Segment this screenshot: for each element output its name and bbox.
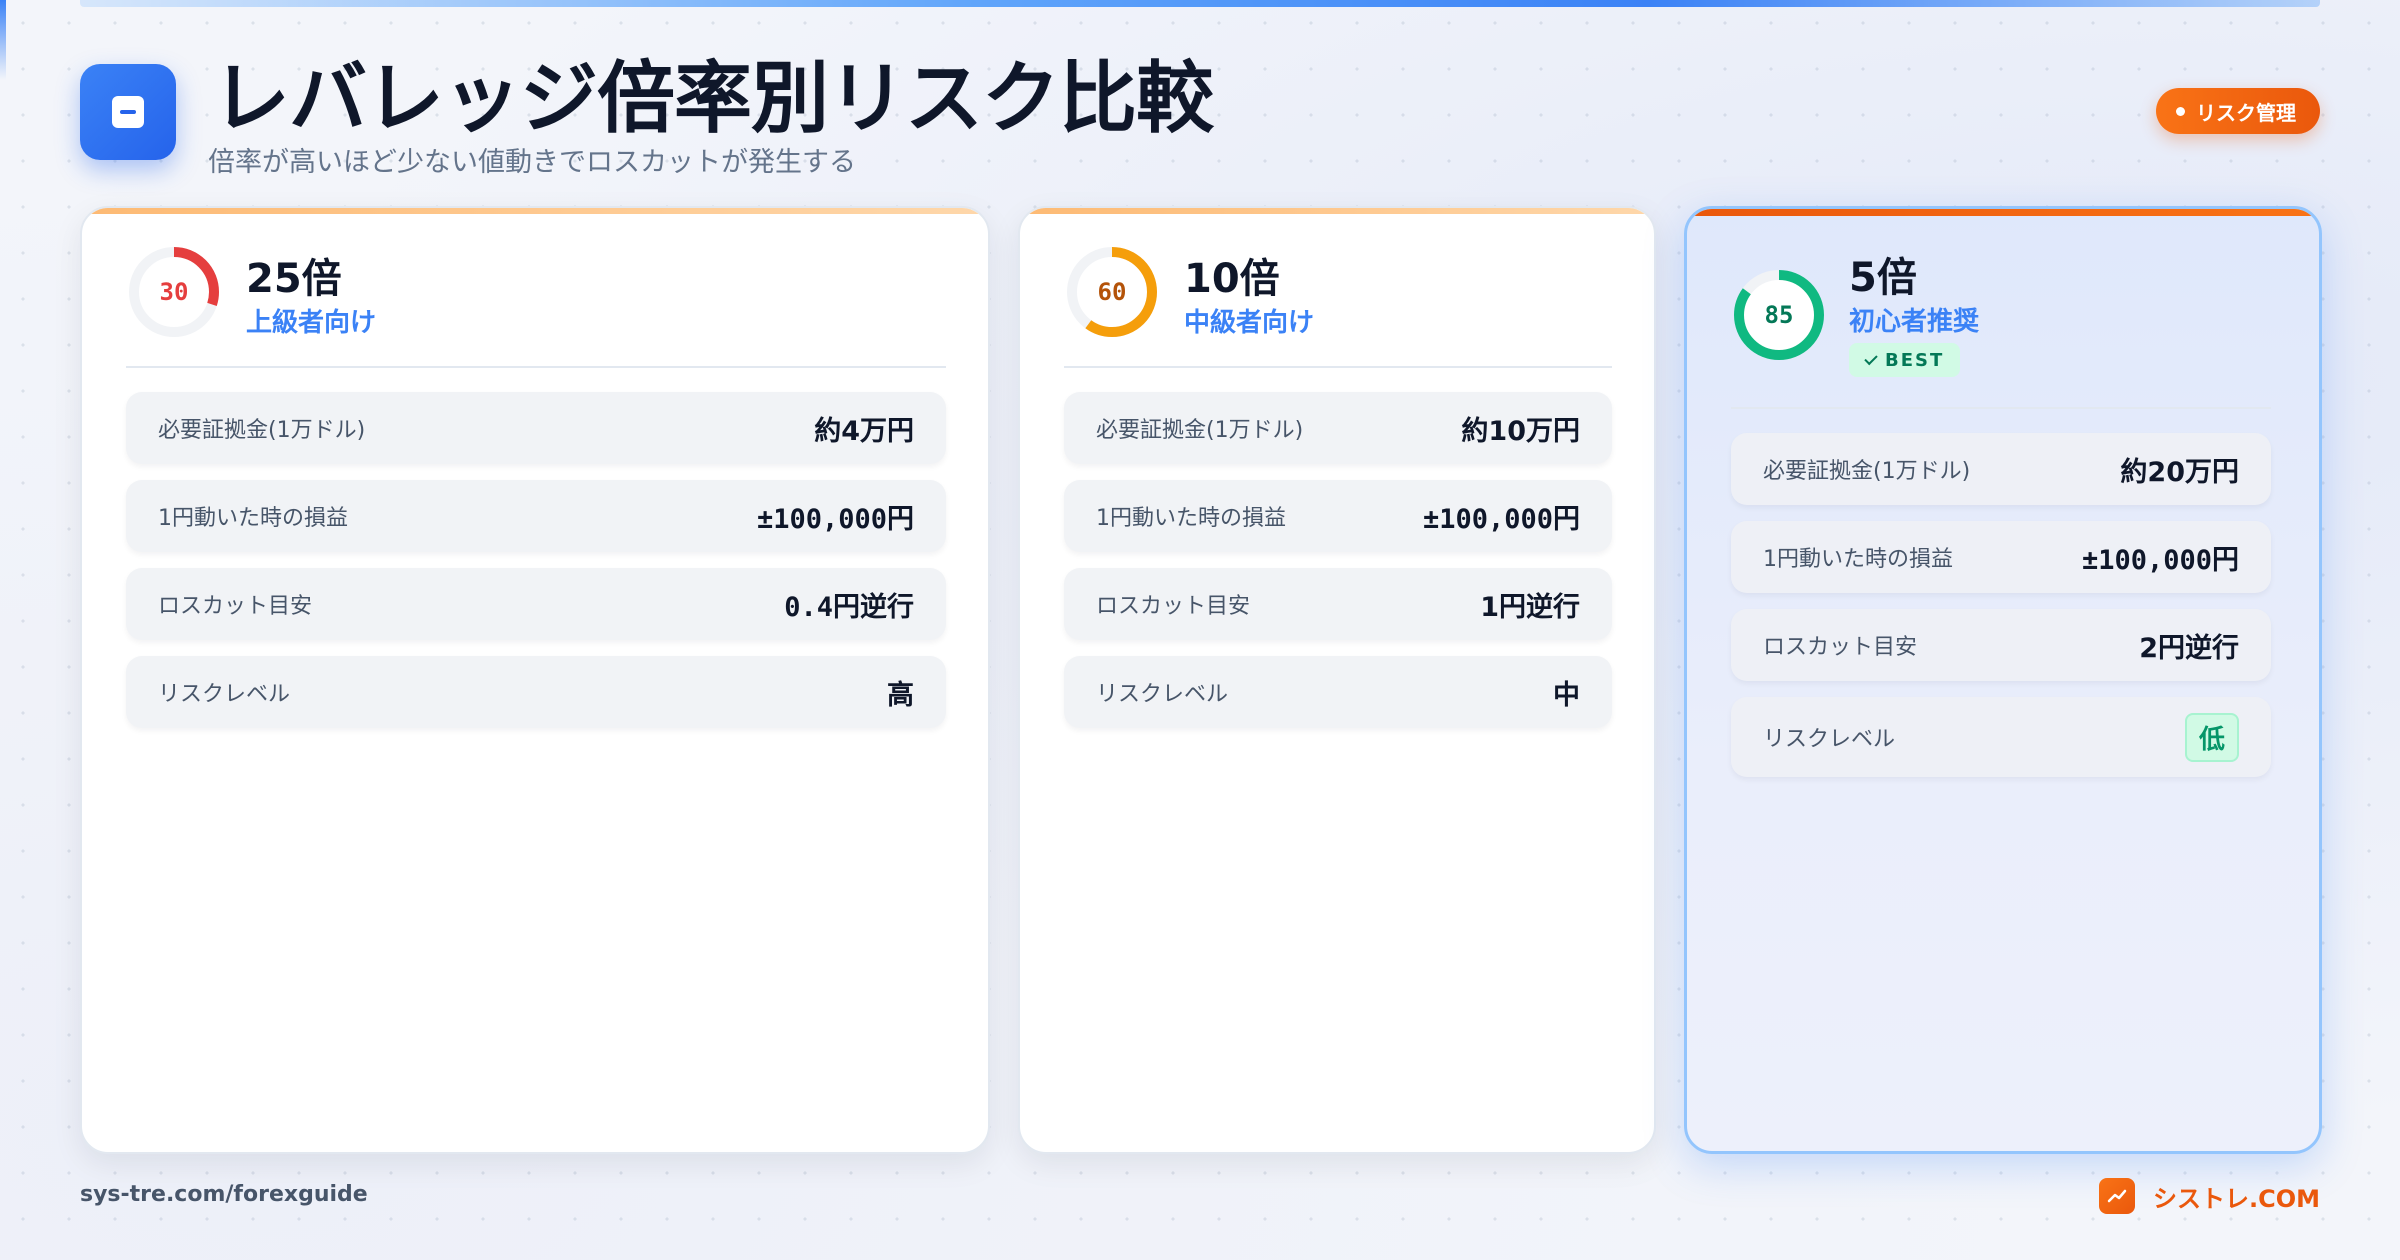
risk-low-badge: 低 bbox=[2184, 712, 2239, 762]
row-label: ロスカット目安 bbox=[1096, 594, 1251, 619]
trend-chart-icon bbox=[2098, 1178, 2135, 1214]
row-value: ±100,000円 bbox=[2081, 544, 2239, 576]
level-label: 上級者向け bbox=[246, 308, 377, 338]
row-value: ±100,000円 bbox=[756, 503, 914, 535]
row-label: 必要証拠金(1万ドル) bbox=[158, 418, 366, 443]
page-subtitle: 倍率が高いほど少ない値動きでロスカットが発生する bbox=[208, 147, 856, 178]
leverage-title: 5倍 bbox=[1849, 255, 1917, 301]
gauge-value: 85 bbox=[1764, 301, 1794, 329]
minus-square-icon bbox=[80, 64, 176, 160]
leverage-title: 10倍 bbox=[1184, 256, 1280, 302]
brand-logo: シストレ.COM bbox=[2098, 1178, 2320, 1214]
row-value: 中 bbox=[1553, 679, 1580, 711]
gauge-value: 60 bbox=[1097, 278, 1127, 306]
row-value: 約20万円 bbox=[2120, 456, 2239, 488]
row-value: 0.4円逆行 bbox=[784, 591, 914, 623]
leverage-card-10x: 60 10倍 中級者向け 必要証拠金(1万ドル) 約10万円 1円動いた時の損益… bbox=[1018, 206, 1656, 1154]
row-label: 1円動いた時の損益 bbox=[1096, 506, 1286, 531]
divider bbox=[126, 366, 946, 368]
list-item: 1円動いた時の損益 ±100,000円 bbox=[1731, 521, 2271, 593]
row-label: リスクレベル bbox=[1096, 682, 1229, 707]
risk-gauge: 60 bbox=[1064, 244, 1160, 340]
page-title: レバレッジ倍率別リスク比較 bbox=[212, 54, 1214, 144]
list-item: 必要証拠金(1万ドル) 約10万円 bbox=[1064, 392, 1612, 464]
best-badge-label: BEST bbox=[1885, 349, 1945, 371]
brand-name: シストレ.COM bbox=[2152, 1184, 2320, 1213]
list-item: 必要証拠金(1万ドル) 約4万円 bbox=[126, 392, 946, 464]
level-label: 初心者推奨 bbox=[1849, 307, 1980, 337]
row-label: リスクレベル bbox=[1763, 727, 1896, 752]
row-label: 1円動いた時の損益 bbox=[158, 506, 348, 531]
left-accent-bar bbox=[0, 0, 6, 80]
row-value: 1円逆行 bbox=[1480, 591, 1580, 623]
risk-gauge: 30 bbox=[126, 244, 222, 340]
divider bbox=[1064, 366, 1612, 368]
row-label: 必要証拠金(1万ドル) bbox=[1763, 459, 1971, 484]
list-item: 必要証拠金(1万ドル) 約20万円 bbox=[1731, 433, 2271, 505]
row-label: 1円動いた時の損益 bbox=[1763, 547, 1953, 572]
row-label: リスクレベル bbox=[158, 682, 291, 707]
level-label: 中級者向け bbox=[1184, 308, 1315, 338]
gauge-value: 30 bbox=[159, 278, 189, 306]
check-icon bbox=[1864, 351, 1878, 365]
list-item: リスクレベル 高 bbox=[126, 656, 946, 728]
list-item: 1円動いた時の損益 ±100,000円 bbox=[126, 480, 946, 552]
leverage-card-25x: 30 25倍 上級者向け 必要証拠金(1万ドル) 約4万円 1円動いた時の損益 … bbox=[80, 206, 990, 1154]
row-value: 高 bbox=[887, 679, 914, 711]
row-value: 約10万円 bbox=[1461, 415, 1580, 447]
list-item: ロスカット目安 0.4円逆行 bbox=[126, 568, 946, 640]
divider bbox=[1731, 407, 2271, 409]
row-value: 2円逆行 bbox=[2139, 632, 2239, 664]
topic-badge-label: リスク管理 bbox=[2196, 100, 2296, 125]
list-item: ロスカット目安 1円逆行 bbox=[1064, 568, 1612, 640]
list-item: ロスカット目安 2円逆行 bbox=[1731, 609, 2271, 681]
row-value: ±100,000円 bbox=[1422, 503, 1580, 535]
list-item: 1円動いた時の損益 ±100,000円 bbox=[1064, 480, 1612, 552]
row-label: 必要証拠金(1万ドル) bbox=[1096, 418, 1304, 443]
best-badge: BEST bbox=[1849, 343, 1961, 377]
risk-gauge: 85 bbox=[1731, 267, 1827, 363]
list-item: リスクレベル 中 bbox=[1064, 656, 1612, 728]
row-value: 約4万円 bbox=[814, 415, 914, 447]
topic-badge: リスク管理 bbox=[2156, 88, 2320, 134]
footer-url[interactable]: sys-tre.com/forexguide bbox=[80, 1182, 368, 1207]
top-accent-bar bbox=[80, 0, 2320, 7]
row-label: ロスカット目安 bbox=[158, 594, 313, 619]
list-item: リスクレベル 低 bbox=[1731, 697, 2271, 777]
leverage-title: 25倍 bbox=[246, 256, 342, 302]
dot-icon bbox=[2176, 107, 2185, 116]
leverage-card-5x: 85 5倍 初心者推奨 BEST 必要証拠金(1万ドル) 約20万円 1円動いた… bbox=[1684, 206, 2322, 1154]
row-label: ロスカット目安 bbox=[1763, 635, 1918, 660]
